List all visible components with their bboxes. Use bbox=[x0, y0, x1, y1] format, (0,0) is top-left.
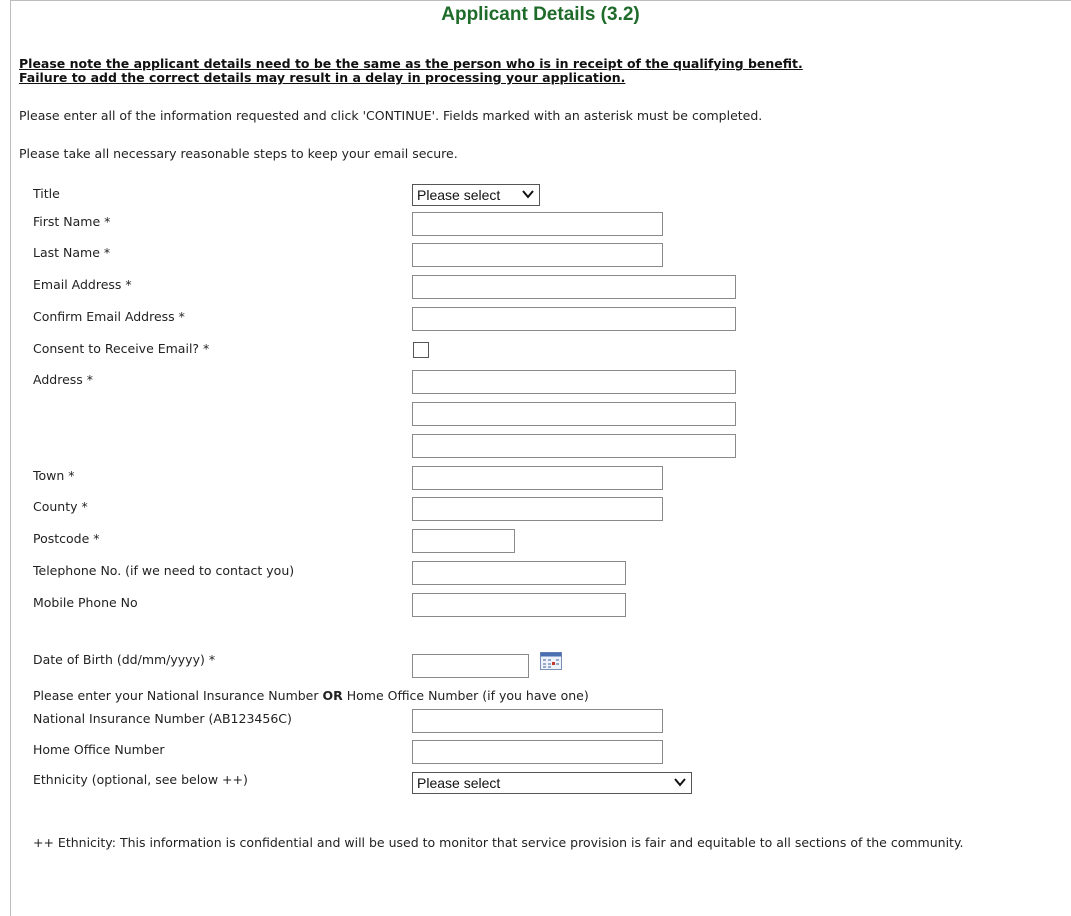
mobile-label: Mobile Phone No bbox=[33, 595, 138, 610]
county-label: County * bbox=[33, 499, 88, 514]
address-line-3-input[interactable] bbox=[412, 434, 736, 458]
title-select-value: Please select bbox=[417, 187, 501, 203]
home-office-input[interactable] bbox=[412, 740, 663, 764]
chevron-down-icon bbox=[522, 190, 534, 199]
email-label: Email Address * bbox=[33, 277, 132, 292]
notice-line-2: Failure to add the correct details may r… bbox=[19, 70, 626, 85]
home-office-label: Home Office Number bbox=[33, 742, 165, 757]
page-title: Applicant Details (3.2) bbox=[441, 4, 640, 25]
first-name-label: First Name * bbox=[33, 214, 111, 229]
dob-label: Date of Birth (dd/mm/yyyy) * bbox=[33, 652, 216, 667]
title-select[interactable]: Please select bbox=[412, 184, 540, 206]
consent-email-checkbox[interactable] bbox=[413, 342, 429, 358]
county-input[interactable] bbox=[412, 497, 663, 521]
postcode-label: Postcode * bbox=[33, 531, 100, 546]
title-label: Title bbox=[33, 186, 60, 201]
ethnicity-label: Ethnicity (optional, see below ++) bbox=[33, 772, 248, 787]
last-name-input[interactable] bbox=[412, 243, 663, 267]
telephone-input[interactable] bbox=[412, 561, 626, 585]
consent-email-label: Consent to Receive Email? * bbox=[33, 341, 210, 356]
ethnicity-footnote: ++ Ethnicity: This information is confid… bbox=[33, 835, 964, 850]
dob-input[interactable] bbox=[412, 654, 529, 678]
instructions-text: Please enter all of the information requ… bbox=[19, 108, 763, 123]
mobile-input[interactable] bbox=[412, 593, 626, 617]
confirm-email-input[interactable] bbox=[412, 307, 736, 331]
postcode-input[interactable] bbox=[412, 529, 515, 553]
ethnicity-select-value: Please select bbox=[417, 775, 501, 791]
qualifying-benefit-notice: Please note the applicant details need t… bbox=[19, 57, 803, 85]
address-line-2-input[interactable] bbox=[412, 402, 736, 426]
ni-or-home-office-prompt: Please enter your National Insurance Num… bbox=[33, 688, 589, 703]
confirm-email-label: Confirm Email Address * bbox=[33, 309, 185, 324]
or-emphasis: OR bbox=[322, 688, 343, 703]
town-label: Town * bbox=[33, 468, 75, 483]
chevron-down-icon bbox=[674, 778, 686, 787]
ethnicity-select[interactable]: Please select bbox=[412, 772, 692, 794]
ni-number-label: National Insurance Number (AB123456C) bbox=[33, 711, 292, 726]
notice-line-1: Please note the applicant details need t… bbox=[19, 56, 803, 71]
ni-number-input[interactable] bbox=[412, 709, 663, 733]
email-security-note: Please take all necessary reasonable ste… bbox=[19, 146, 458, 161]
email-input[interactable] bbox=[412, 275, 736, 299]
first-name-input[interactable] bbox=[412, 212, 663, 236]
last-name-label: Last Name * bbox=[33, 245, 111, 260]
address-label: Address * bbox=[33, 372, 94, 387]
town-input[interactable] bbox=[412, 466, 663, 490]
calendar-icon[interactable] bbox=[540, 652, 562, 670]
address-line-1-input[interactable] bbox=[412, 370, 736, 394]
telephone-label: Telephone No. (if we need to contact you… bbox=[33, 563, 295, 578]
